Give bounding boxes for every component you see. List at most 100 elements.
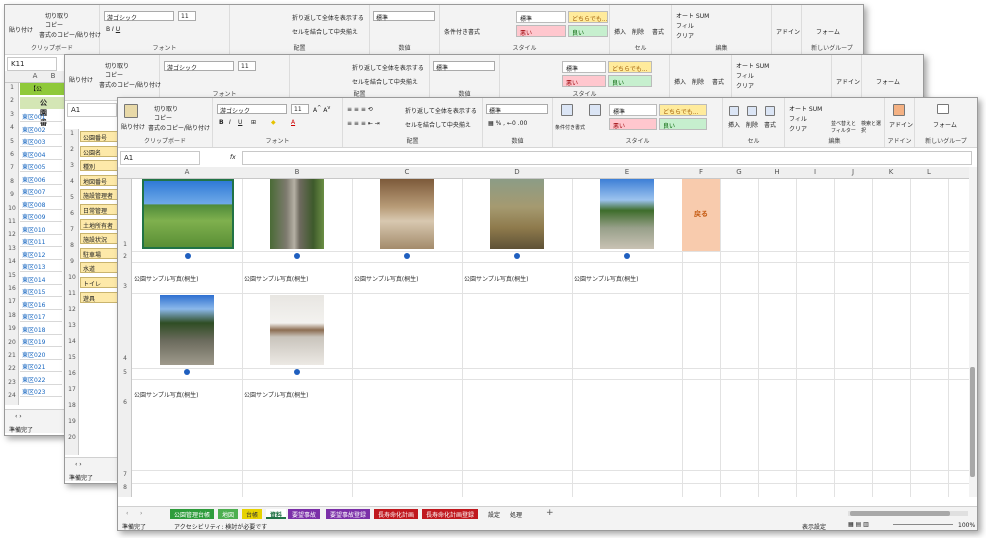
display-settings[interactable]: 表示設定 [802, 522, 826, 530]
zoom-level[interactable]: 100% [958, 522, 975, 529]
format-painter-button[interactable]: 書式のコピー/貼り付け [148, 123, 210, 132]
row-6[interactable]: 6 [118, 399, 132, 406]
row-5[interactable]: 5 [118, 369, 132, 376]
photo-marker-dot[interactable] [404, 253, 410, 259]
style-good[interactable]: 良い [568, 25, 608, 37]
cut-button[interactable]: 切り取り [105, 61, 129, 70]
row-number[interactable]: 9 [5, 191, 19, 198]
wrap-text-button[interactable]: 折り返して全体を表示する [292, 13, 364, 22]
delete-icon[interactable] [747, 106, 757, 116]
col-h[interactable]: H [758, 168, 796, 176]
fill-button[interactable]: フィル [676, 21, 694, 30]
row-number[interactable]: 19 [5, 325, 19, 332]
park-id-cell[interactable]: 東区008 [20, 199, 62, 210]
fill-button[interactable]: フィル [789, 114, 807, 123]
park-photo[interactable] [380, 179, 434, 249]
table-format-icon[interactable] [589, 104, 601, 116]
format-button[interactable]: 書式 [764, 120, 776, 129]
form-button[interactable]: フォーム [876, 77, 900, 86]
style-good[interactable]: 良い [659, 118, 707, 130]
find-select-button[interactable]: 検索と選択 [861, 120, 883, 134]
park-id-cell[interactable]: 東区003 [20, 136, 62, 147]
row-number[interactable]: 24 [5, 392, 19, 399]
park-id-cell[interactable]: 東区009 [20, 211, 62, 222]
paste-icon[interactable] [124, 104, 138, 118]
row-number[interactable]: 14 [5, 258, 19, 265]
sheet-tab[interactable]: 要望事故登録 [326, 509, 371, 519]
park-id-cell[interactable]: 東区020 [20, 349, 62, 360]
park-id-cell[interactable]: 東区007 [20, 186, 62, 197]
style-neutral[interactable]: どちらでも... [659, 104, 707, 116]
align-icons[interactable]: ≡ ≡ ≡ ⟲ [347, 106, 373, 113]
font-size-box[interactable]: 11 [238, 61, 256, 71]
row-number[interactable]: 18 [65, 402, 79, 409]
row-number[interactable]: 9 [65, 258, 79, 265]
row-number[interactable]: 2 [65, 146, 79, 153]
park-id-cell[interactable]: 東区023 [20, 386, 62, 397]
cut-button[interactable]: 切り取り [154, 104, 178, 113]
row-number[interactable]: 15 [65, 354, 79, 361]
row-number[interactable]: 6 [5, 151, 19, 158]
sheet-tab[interactable]: 地図 [218, 509, 239, 519]
col-f[interactable]: F [682, 168, 720, 176]
conditional-format-icon[interactable] [561, 104, 573, 116]
style-bad[interactable]: 悪い [562, 75, 606, 87]
row-number[interactable]: 5 [5, 138, 19, 145]
fill-color-icon[interactable]: ◆ [271, 119, 276, 126]
number-format-box[interactable]: 標準 [373, 11, 435, 22]
scroll-thumb[interactable] [970, 367, 975, 477]
cut-button[interactable]: 切り取り [45, 11, 69, 20]
row-number[interactable]: 10 [65, 274, 79, 281]
paste-button[interactable]: 貼り付け [69, 75, 93, 84]
col-b[interactable]: B [45, 72, 61, 80]
sheet-tab[interactable]: 設定 [484, 509, 504, 519]
number-format-box[interactable]: 標準 [433, 61, 495, 72]
clear-button[interactable]: クリア [736, 81, 754, 90]
col-d[interactable]: D [462, 168, 572, 176]
park-id-cell[interactable]: 東区021 [20, 361, 62, 372]
font-name-box[interactable]: 游ゴシック [104, 11, 174, 22]
row-8[interactable]: 8 [118, 484, 132, 491]
style-standard[interactable]: 標準 [562, 61, 606, 73]
park-id-cell[interactable]: 東区013 [20, 261, 62, 272]
delete-button[interactable]: 削除 [692, 77, 704, 86]
sheet-tab-active[interactable]: 資料 [266, 509, 287, 519]
row-number[interactable]: 20 [5, 339, 19, 346]
row-number[interactable]: 7 [5, 164, 19, 171]
row-3[interactable]: 3 [118, 283, 132, 290]
row-number[interactable]: 20 [65, 434, 79, 441]
row-number[interactable]: 3 [5, 111, 19, 118]
style-neutral[interactable]: どちらでも... [608, 61, 652, 73]
photo-marker-dot[interactable] [514, 253, 520, 259]
merge-center-button[interactable]: セルを結合して中央揃え [292, 27, 358, 36]
col-k[interactable]: K [872, 168, 910, 176]
col-e[interactable]: E [572, 168, 682, 176]
park-id-cell[interactable]: 東区017 [20, 311, 62, 322]
insert-icon[interactable] [729, 106, 739, 116]
sheet-tab[interactable]: 公園管理台帳 [170, 509, 215, 519]
prev-sheet-icon[interactable]: ‹ › [75, 461, 82, 468]
addin-button[interactable]: アドイン [776, 27, 800, 36]
park-photo[interactable] [270, 295, 324, 365]
row-number[interactable]: 22 [5, 365, 19, 372]
col-a[interactable]: A [27, 72, 43, 80]
row-number[interactable]: 3 [65, 162, 79, 169]
row-number[interactable]: 4 [5, 124, 19, 131]
row-number[interactable]: 10 [5, 205, 19, 212]
autosum-button[interactable]: オート SUM [676, 11, 709, 20]
horizontal-scrollbar[interactable] [848, 511, 968, 516]
name-box[interactable]: K11 [7, 57, 57, 71]
format-painter-button[interactable]: 書式のコピー/貼り付け [39, 30, 101, 39]
park-id-cell[interactable]: 東区006 [20, 174, 62, 185]
row-number[interactable]: 12 [65, 306, 79, 313]
form-button[interactable]: フォーム [933, 120, 957, 129]
col-g[interactable]: G [720, 168, 758, 176]
font-size-box[interactable]: 11 [291, 104, 309, 114]
clear-button[interactable]: クリア [676, 31, 694, 40]
autosum-button[interactable]: オート SUM [736, 61, 769, 70]
photo-marker-dot[interactable] [294, 253, 300, 259]
park-id-cell[interactable]: 東区005 [20, 161, 62, 172]
copy-button[interactable]: コピー [105, 70, 123, 79]
addin-icon[interactable] [893, 104, 905, 116]
row-number[interactable]: 2 [5, 97, 19, 104]
